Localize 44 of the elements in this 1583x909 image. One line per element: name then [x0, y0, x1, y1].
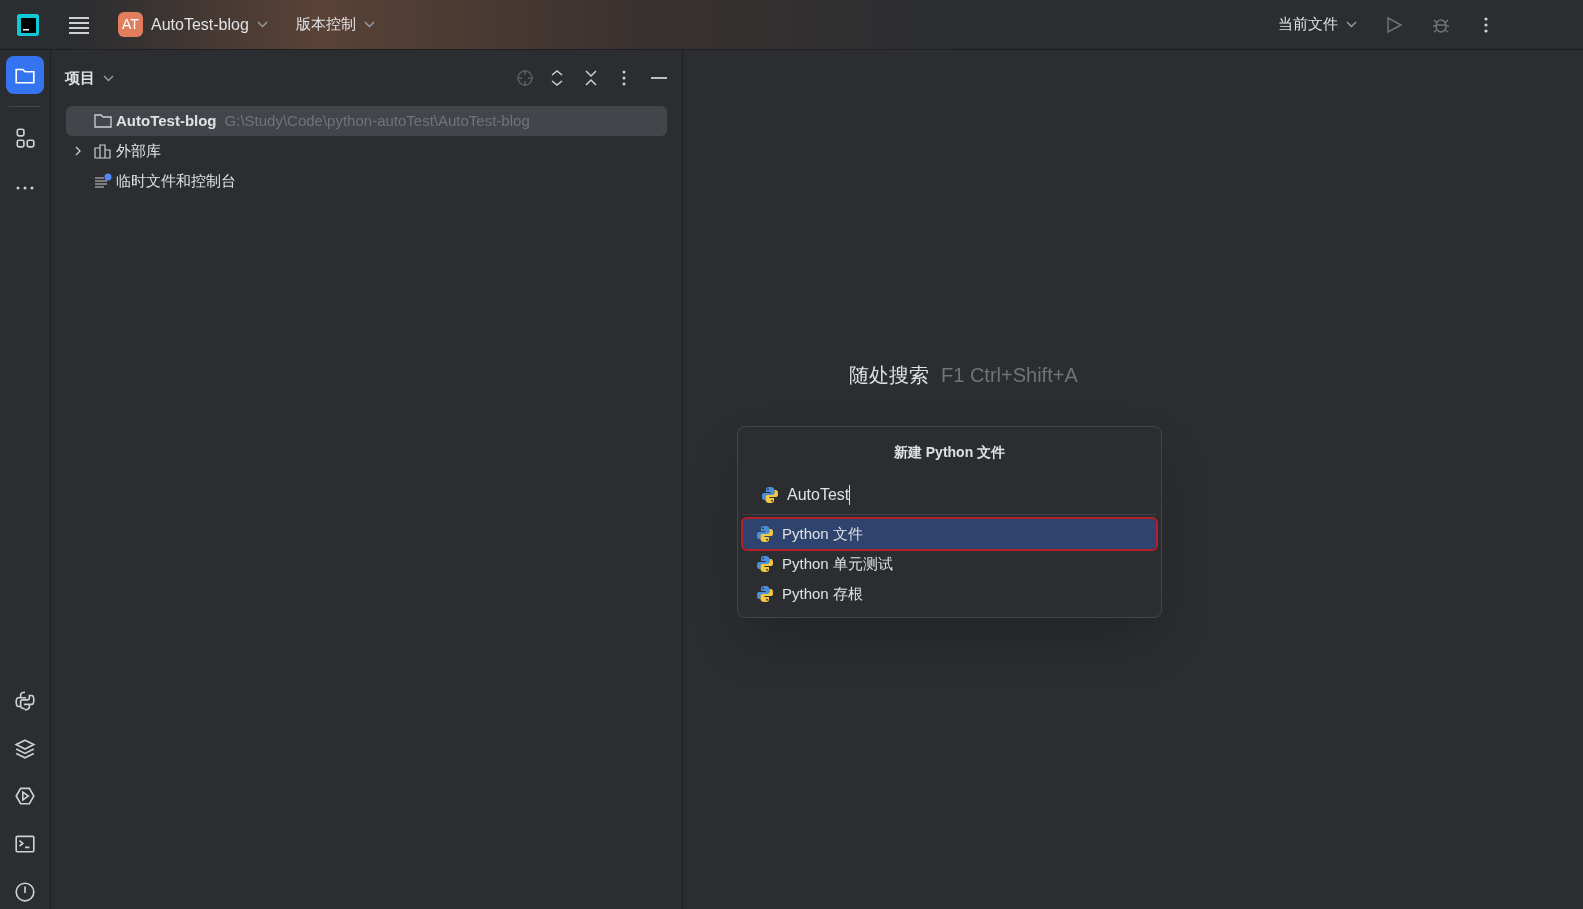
play-hexagon-icon: [14, 785, 36, 808]
tool-window-button[interactable]: [6, 56, 44, 94]
chevron-icon[interactable]: [74, 145, 82, 157]
options-icon[interactable]: [622, 70, 626, 86]
blocks-icon: [14, 127, 36, 149]
python-icon: [761, 485, 779, 504]
tree-label: 临时文件和控制台: [116, 170, 236, 191]
vcs-menu[interactable]: 版本控制: [295, 13, 375, 36]
more-icon: [15, 186, 35, 190]
chevron-down-icon: [1346, 21, 1357, 28]
python-icon: [756, 585, 774, 603]
file-type-option[interactable]: Python 单元测试: [743, 549, 1156, 579]
chevron-down-icon: [256, 21, 268, 28]
run-configuration[interactable]: 当前文件: [1278, 13, 1357, 36]
tree-item[interactable]: 外部库: [66, 136, 667, 166]
python-icon: [756, 555, 774, 573]
python-icon: [14, 689, 36, 712]
chevron-down-icon: [103, 74, 114, 82]
tree-label: AutoTest-blog: [116, 110, 217, 131]
run-icon[interactable]: [1385, 15, 1403, 34]
popup-title: 新建 Python 文件: [892, 443, 1007, 462]
file-name-field[interactable]: AutoTest: [743, 475, 1156, 515]
tree-item[interactable]: 临时文件和控制台: [66, 166, 667, 196]
scratch-file-icon: [94, 173, 112, 189]
file-type-option[interactable]: Python 文件: [743, 519, 1156, 549]
layers-icon: [14, 737, 36, 760]
chevron-down-icon: [363, 21, 375, 28]
terminal-icon: [14, 833, 36, 856]
menu-icon[interactable]: [68, 15, 90, 34]
hint-label: 随处搜索: [849, 363, 929, 388]
warning-circle-icon: [14, 881, 36, 904]
minimize-icon[interactable]: [650, 76, 668, 80]
shortcut-text: F1 Ctrl+Shift+A: [941, 363, 1078, 388]
panel-title[interactable]: 项目: [65, 66, 114, 90]
tree-label: 外部库: [116, 140, 161, 161]
more-icon[interactable]: [1483, 15, 1489, 34]
folder-icon: [94, 113, 112, 129]
expand-all-icon[interactable]: [550, 69, 564, 87]
python-icon: [756, 525, 774, 543]
library-icon: [94, 143, 112, 159]
app-logo-icon[interactable]: [16, 12, 40, 37]
project-selector[interactable]: AT AutoTest-blog: [118, 12, 268, 37]
file-type-option[interactable]: Python 存根: [743, 579, 1156, 609]
collapse-all-icon[interactable]: [584, 69, 598, 87]
